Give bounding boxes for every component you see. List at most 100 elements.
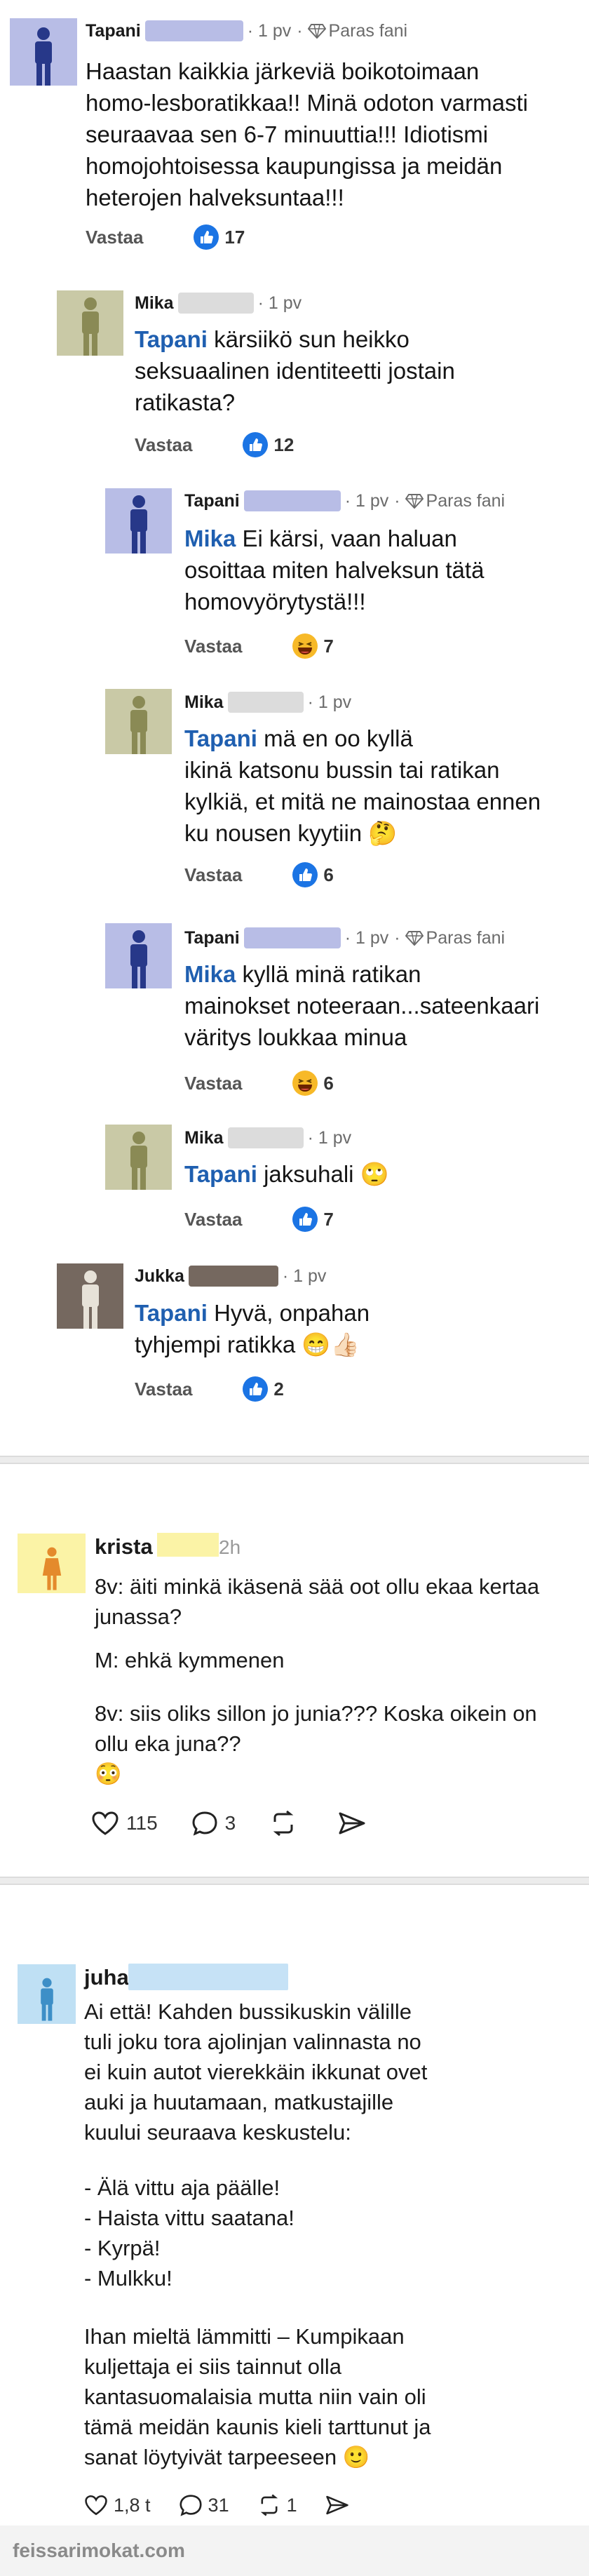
avatar[interactable]: [10, 18, 77, 86]
like-icon: [292, 1207, 318, 1232]
like-button[interactable]: 1,8 t: [84, 2494, 151, 2516]
heart-icon: [85, 2495, 107, 2516]
mention-link[interactable]: Tapani: [135, 1300, 208, 1326]
avatar[interactable]: [18, 1534, 86, 1593]
repost-button[interactable]: 1: [257, 2494, 297, 2516]
comment-meta: Tapani · 1 pv · Paras fani: [184, 927, 506, 948]
post-paragraph: Ihan mieltä lämmitti – Kumpikaan kuljett…: [84, 2324, 431, 2469]
reaction-count[interactable]: 7: [292, 633, 334, 659]
heart-icon: [92, 1811, 119, 1835]
watermark-bar: feissarimokat.com: [0, 2525, 589, 2576]
username[interactable]: Tapani: [184, 491, 240, 511]
avatar[interactable]: [57, 1263, 123, 1329]
post-krista: krista 2h 8v: äiti minkä ikäsenä sää oot…: [0, 1464, 589, 1877]
section-divider: [0, 1877, 589, 1885]
comment-text: Mika kyllä minä ratikan mainokset noteer…: [184, 961, 540, 1050]
reaction-count[interactable]: 6: [292, 1071, 334, 1096]
avatar[interactable]: [105, 923, 172, 988]
mention-link[interactable]: Mika: [184, 525, 236, 551]
redacted-surname: [243, 927, 341, 948]
avatar[interactable]: [57, 290, 123, 356]
redacted-surname: [227, 692, 304, 713]
reply-button[interactable]: Vastaa: [184, 1209, 242, 1230]
comment-actions: Vastaa 12: [135, 432, 294, 457]
comment-text: Tapani Hyvä, onpahan tyhjempi ratikka 😁👍…: [135, 1300, 370, 1357]
comment-text: Mika Ei kärsi, vaan haluan osoittaa mite…: [184, 525, 485, 615]
comment-meta: Tapani · 1 pv · Paras fani: [86, 20, 408, 41]
comment-meta: Tapani · 1 pv · Paras fani: [184, 490, 506, 511]
reply-button[interactable]: Vastaa: [184, 636, 242, 657]
person-icon: [130, 1132, 147, 1190]
username[interactable]: krista: [95, 1534, 153, 1559]
mention-link[interactable]: Tapani: [135, 326, 208, 352]
post-paragraph: Ai että! Kahden bussikuskin välille tuli…: [84, 1999, 428, 2145]
username[interactable]: Mika: [184, 1128, 224, 1148]
haha-icon: [292, 633, 318, 659]
comment-actions: Vastaa 17: [86, 224, 245, 250]
username[interactable]: Tapani: [86, 21, 141, 41]
person-icon: [40, 1978, 53, 2021]
comment-time: 1 pv: [258, 20, 292, 41]
like-icon: [292, 862, 318, 887]
reply-button[interactable]: Vastaa: [184, 864, 242, 886]
avatar[interactable]: [18, 1964, 76, 2024]
comment-button[interactable]: 31: [179, 2494, 229, 2516]
share-button[interactable]: [325, 2494, 355, 2516]
avatar[interactable]: [105, 1125, 172, 1190]
mention-link[interactable]: Mika: [184, 961, 236, 987]
reaction-count[interactable]: 6: [292, 862, 334, 887]
comment-actions: Vastaa 2: [135, 1376, 284, 1402]
redacted-surname: [128, 1964, 288, 1990]
person-icon: [130, 930, 147, 988]
comment-time: 1 pv: [318, 1127, 352, 1148]
post-paragraph: - Älä vittu aja päälle! - Haista vittu s…: [84, 2175, 294, 2290]
top-fan-badge: · Paras fani: [394, 927, 506, 948]
redacted-surname: [188, 1266, 278, 1287]
redacted-surname: [144, 20, 243, 41]
username[interactable]: Tapani: [184, 928, 240, 948]
comment-time: 1 pv: [356, 490, 389, 511]
comment-actions: Vastaa 7: [184, 633, 334, 659]
avatar[interactable]: [105, 689, 172, 754]
repost-icon: [260, 2494, 278, 2516]
repost-button[interactable]: [269, 1811, 304, 1836]
redacted-surname: [157, 1533, 219, 1557]
reply-button[interactable]: Vastaa: [135, 1378, 192, 1400]
reply-button[interactable]: Vastaa: [184, 1073, 242, 1094]
watermark-text: feissarimokat.com: [13, 2540, 185, 2561]
reply-button[interactable]: Vastaa: [135, 434, 192, 456]
username[interactable]: Jukka: [135, 1266, 184, 1287]
avatar[interactable]: [105, 488, 172, 554]
comment-actions: Vastaa 6: [184, 862, 334, 887]
reaction-count[interactable]: 12: [243, 432, 294, 457]
repost-icon: [273, 1811, 294, 1836]
username[interactable]: juha: [84, 1965, 129, 1990]
reaction-count[interactable]: 2: [243, 1376, 284, 1402]
reply-button[interactable]: Vastaa: [86, 227, 143, 248]
share-button[interactable]: [338, 1811, 373, 1836]
comment-text: Tapani mä en oo kyllä ikinä katsonu buss…: [184, 725, 541, 846]
comment-button[interactable]: 3: [191, 1811, 236, 1836]
mention-link[interactable]: Tapani: [184, 725, 257, 751]
comment-time: 1 pv: [293, 1266, 327, 1286]
username[interactable]: Mika: [135, 293, 174, 314]
redacted-surname: [227, 1127, 304, 1148]
comment-text: Tapani kärsiikö sun heikko seksuaalinen …: [135, 326, 455, 415]
reaction-count[interactable]: 17: [194, 224, 245, 250]
person-icon: [81, 1270, 99, 1329]
person-icon: [130, 495, 147, 554]
post-paragraph: M: ehkä kymmenen: [95, 1648, 285, 1672]
comment-bubble-icon: [179, 2495, 202, 2516]
reaction-count[interactable]: 7: [292, 1207, 334, 1232]
post-actions: 115 3: [91, 1811, 407, 1836]
section-divider: [0, 1456, 589, 1464]
post-paragraph: 8v: äiti minkä ikäsenä sää oot ollu ekaa…: [95, 1574, 540, 1629]
like-button[interactable]: 115: [91, 1811, 158, 1836]
comment-time: 1 pv: [268, 293, 302, 313]
mention-link[interactable]: Tapani: [184, 1161, 257, 1187]
redacted-surname: [243, 490, 341, 511]
post-time: 2h: [219, 1536, 241, 1558]
username[interactable]: Mika: [184, 692, 224, 713]
comment-text: Haastan kaikkia järkeviä boikotoimaan ho…: [86, 58, 528, 210]
person-icon: [130, 696, 147, 754]
